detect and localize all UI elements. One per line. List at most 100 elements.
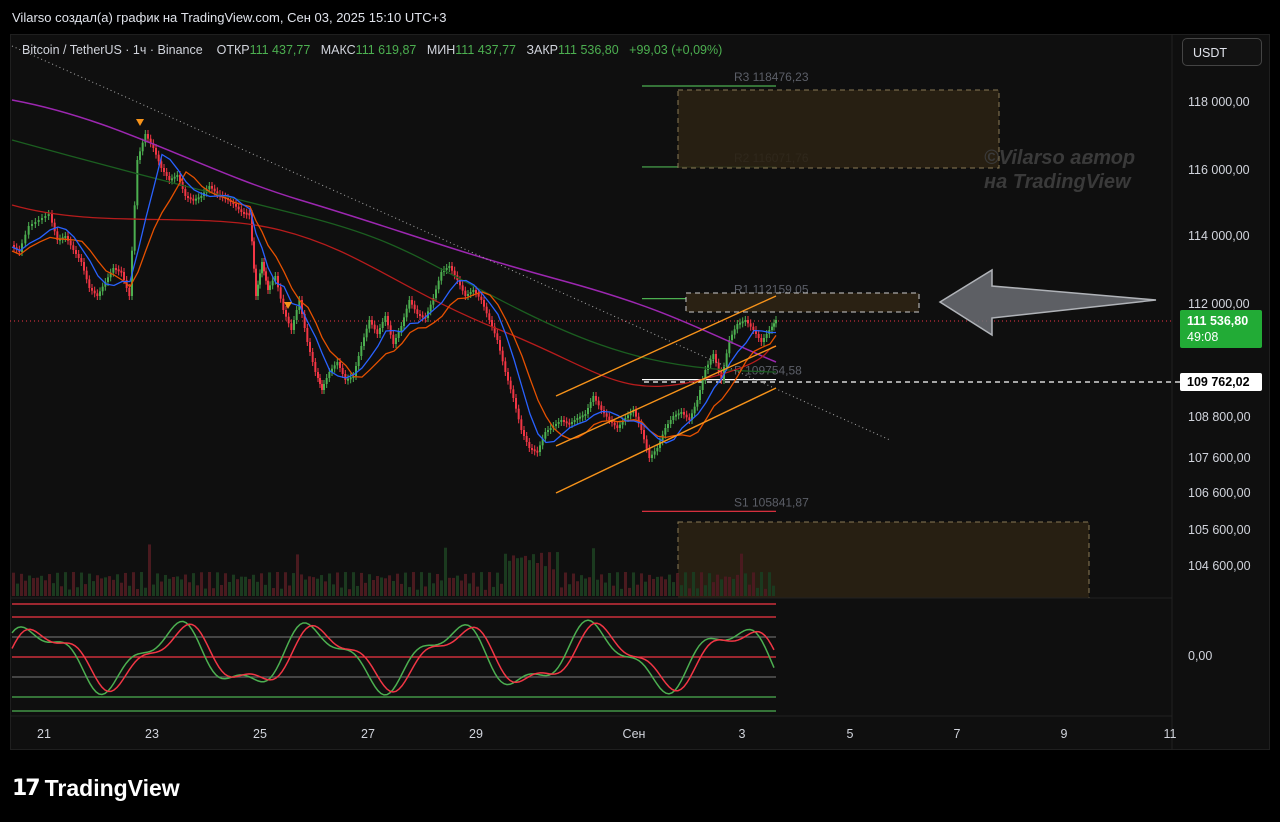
- candle: [520, 419, 523, 430]
- volume-bar: [664, 579, 667, 596]
- candle: [421, 315, 424, 318]
- candle: [677, 413, 680, 416]
- symbol-name[interactable]: Bitcoin / TetherUS · 1ч · Binance: [22, 43, 203, 57]
- volume-bar: [740, 553, 743, 596]
- volume-bar: [112, 579, 115, 596]
- volume-bar: [216, 572, 219, 596]
- volume-bar: [380, 577, 383, 596]
- candle: [282, 298, 285, 310]
- watermark-line-1: ©Vilarso автор: [984, 147, 1136, 169]
- volume-bar: [164, 574, 167, 596]
- volume-bar: [72, 572, 75, 596]
- volume-bar: [772, 585, 775, 596]
- candle: [189, 197, 192, 200]
- time-axis-tick: 21: [37, 727, 51, 741]
- volume-bar: [764, 588, 767, 596]
- volume-bar: [140, 572, 143, 596]
- open-value: 111 437,77: [249, 43, 311, 57]
- volume-bar: [556, 552, 559, 596]
- high-value: 111 619,87: [355, 43, 417, 57]
- candle: [197, 197, 200, 200]
- volume-bar: [296, 554, 299, 596]
- currency-button[interactable]: USDT: [1182, 38, 1262, 66]
- volume-bar: [636, 584, 639, 596]
- close-value: 111 536,80: [557, 43, 619, 57]
- volume-bar: [620, 588, 623, 596]
- candle: [451, 266, 453, 271]
- candle: [528, 442, 531, 448]
- candle: [651, 454, 653, 458]
- volume-bar: [624, 572, 627, 596]
- high-label: МАКС: [320, 43, 356, 57]
- candle: [323, 384, 325, 390]
- volume-bar: [96, 575, 99, 596]
- candle: [267, 280, 269, 290]
- volume-bar: [504, 553, 507, 596]
- volume-bar: [428, 572, 431, 596]
- volume-bar: [676, 573, 679, 596]
- candle: [101, 286, 104, 292]
- candle: [555, 424, 557, 426]
- price-axis-tick: 108 800,00: [1188, 410, 1251, 424]
- candle: [469, 292, 472, 294]
- volume-bar: [448, 577, 451, 596]
- candle: [240, 209, 243, 212]
- volume-bar: [572, 573, 575, 596]
- volume-bar: [540, 552, 543, 596]
- volume-bar: [212, 588, 215, 596]
- candle: [507, 372, 509, 381]
- candle: [192, 198, 195, 201]
- volume-bar: [564, 572, 567, 596]
- time-axis-tick: 25: [253, 727, 267, 741]
- price-chart[interactable]: R3 118476,23R2 116071,76R1 112159,05P 10…: [0, 0, 1280, 822]
- candle: [321, 384, 323, 390]
- ma-red: [11, 204, 777, 387]
- candle: [595, 396, 597, 401]
- volume-bar: [312, 577, 315, 596]
- volume-bar: [188, 582, 191, 596]
- current-price-tag: 111 536,80 49:08: [1180, 310, 1262, 348]
- volume-bar: [280, 588, 283, 596]
- candle: [539, 445, 541, 452]
- volume-bar: [344, 572, 347, 596]
- volume-bar: [392, 580, 395, 596]
- candle: [259, 273, 261, 285]
- candle: [587, 408, 589, 414]
- candle: [34, 222, 37, 224]
- candle: [355, 366, 357, 376]
- volume-bar: [424, 586, 427, 596]
- volume-bar: [432, 583, 435, 596]
- candle: [365, 328, 368, 338]
- candle: [314, 362, 317, 372]
- candle: [480, 296, 483, 300]
- candle: [349, 377, 352, 380]
- volume-bar: [488, 572, 491, 596]
- candle: [616, 425, 619, 428]
- volume-bar: [752, 572, 755, 596]
- volume-bar: [224, 573, 227, 596]
- time-axis-tick: 11: [1163, 727, 1177, 741]
- candle: [333, 365, 336, 369]
- volume-bar: [204, 588, 207, 596]
- volume-bar: [336, 572, 339, 596]
- candle: [483, 300, 485, 307]
- tradingview-logo[interactable]: 17 TradingView: [12, 772, 180, 804]
- candle: [405, 308, 408, 318]
- candle: [363, 337, 365, 346]
- candle: [613, 422, 616, 426]
- volume-bar: [168, 578, 171, 596]
- candle: [565, 421, 568, 424]
- volume-bar: [576, 581, 579, 596]
- volume-bar: [712, 582, 715, 596]
- channel-bottom: [555, 387, 777, 494]
- candle: [325, 378, 328, 384]
- volume-bar: [592, 548, 595, 596]
- candle: [44, 216, 47, 218]
- volume-bar: [208, 572, 211, 596]
- volume-bar: [696, 588, 699, 596]
- volume-bar: [420, 572, 423, 596]
- volume-bar: [524, 555, 527, 596]
- candle: [736, 324, 739, 330]
- volume-bar: [40, 575, 43, 596]
- volume-bar: [724, 576, 727, 596]
